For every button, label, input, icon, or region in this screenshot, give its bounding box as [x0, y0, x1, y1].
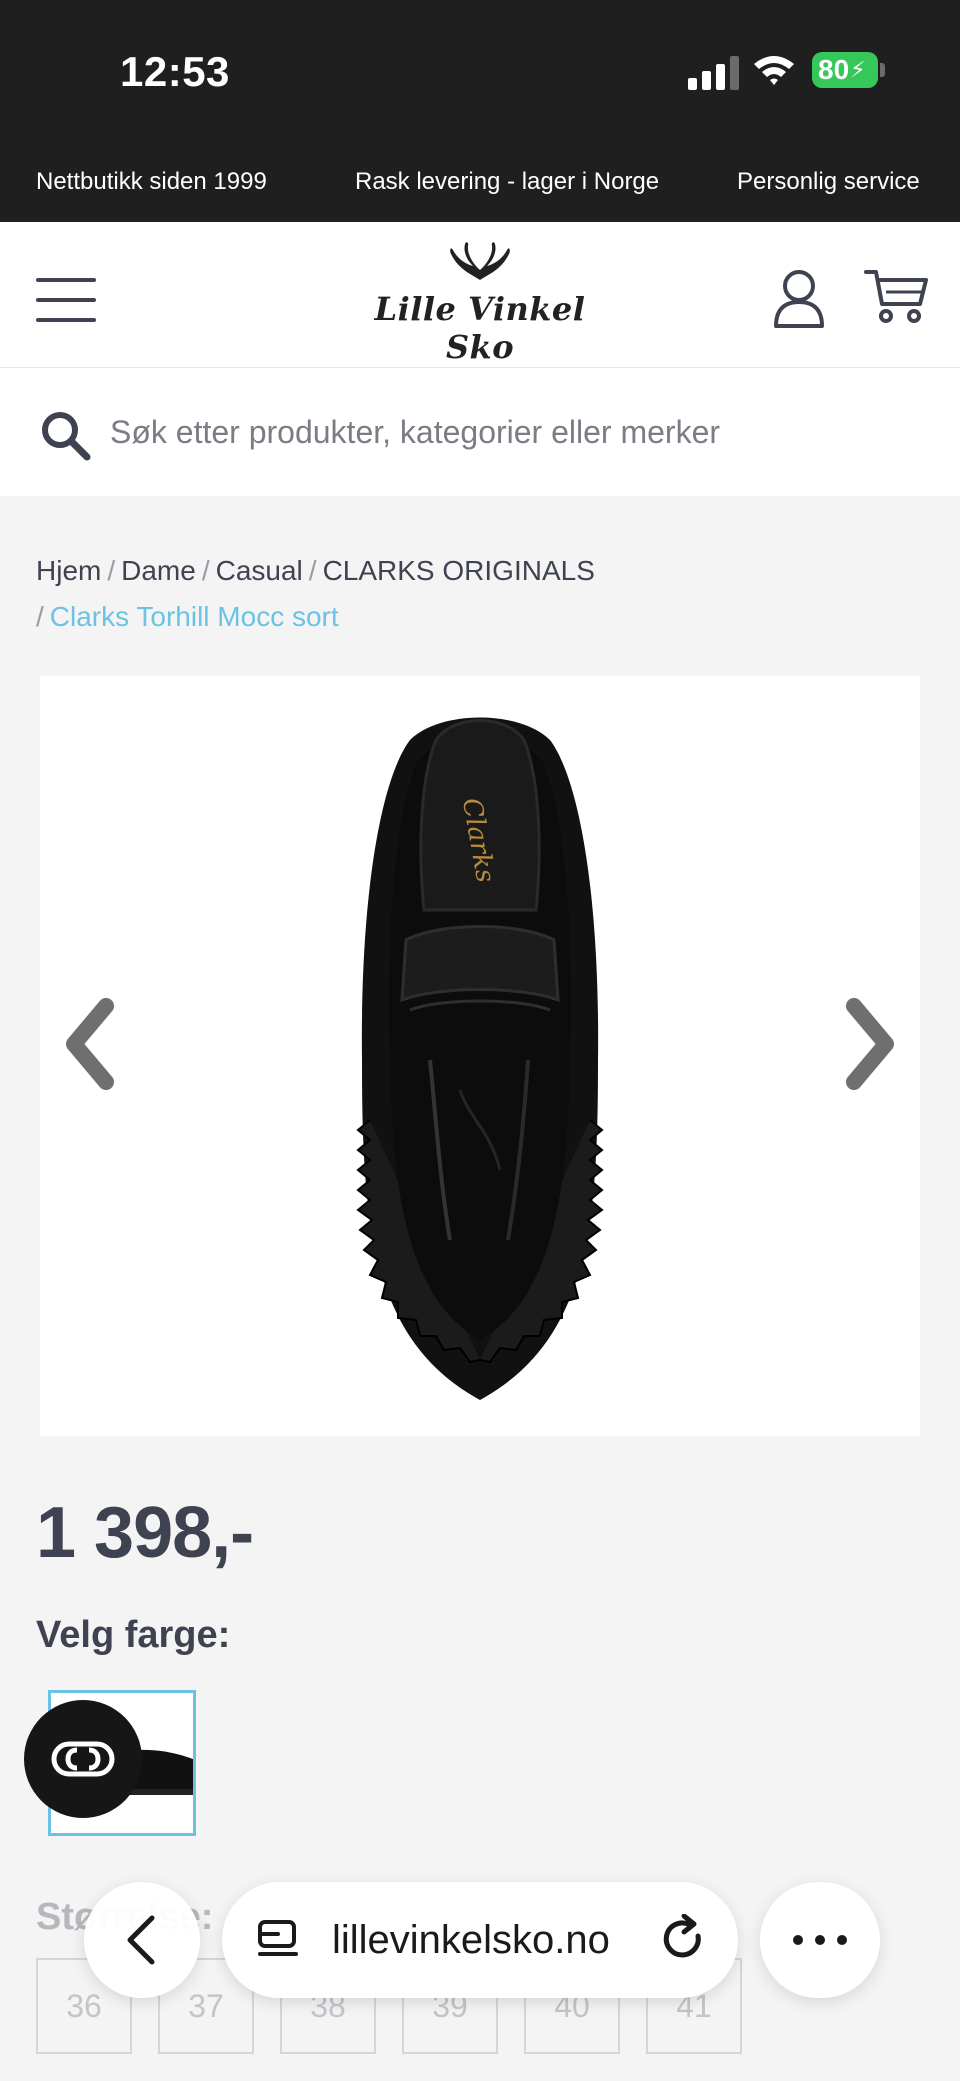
promo-item: Nettbutikk siden 1999 [36, 168, 267, 195]
signal-icon [688, 56, 739, 90]
promo-item: Personlig service [737, 168, 920, 195]
search-icon[interactable] [38, 408, 92, 462]
wifi-icon [754, 56, 794, 85]
address-bar[interactable]: lillevinkelsko.no [222, 1882, 738, 1998]
breadcrumb-brand[interactable]: CLARKS ORIGINALS [323, 555, 595, 586]
browser-back-button[interactable] [84, 1882, 200, 1998]
site-logo[interactable]: Lille Vinkel Sko [350, 240, 610, 366]
menu-icon[interactable] [36, 278, 96, 322]
reload-icon[interactable] [660, 1914, 708, 1964]
logo-text: Lille Vinkel Sko [374, 290, 586, 366]
more-button[interactable] [760, 1882, 880, 1998]
breadcrumb-casual[interactable]: Casual [216, 555, 303, 586]
tabs-icon[interactable] [256, 1918, 300, 1962]
cart-icon[interactable] [864, 266, 928, 326]
breadcrumb-current: Clarks Torhill Mocc sort [49, 601, 339, 632]
product-gallery: Clarks [40, 676, 920, 1436]
status-bar: 12:53 80 ⚡ [0, 0, 960, 140]
product-image: Clarks [356, 717, 604, 1400]
chat-button[interactable] [24, 1700, 142, 1818]
user-icon[interactable] [772, 268, 826, 328]
chevron-right-icon[interactable] [840, 996, 900, 1092]
battery-cap [880, 63, 885, 77]
page: 12:53 80 ⚡ Nettbutikk siden 1999 Rask le… [0, 0, 960, 2081]
battery-icon: 80 ⚡ [812, 52, 878, 88]
breadcrumb-home[interactable]: Hjem [36, 555, 101, 586]
breadcrumb-dame[interactable]: Dame [121, 555, 196, 586]
promo-bar: Nettbutikk siden 1999 Rask levering - la… [0, 140, 960, 222]
status-time: 12:53 [120, 48, 230, 95]
more-icon [793, 1935, 847, 1945]
battery-level: 80 [818, 54, 850, 85]
chat-icon [51, 1741, 115, 1777]
color-label: Velg farge: [36, 1614, 231, 1656]
site-header: Lille Vinkel Sko [0, 222, 960, 368]
antler-logo-icon [450, 242, 510, 280]
url-text: lillevinkelsko.no [332, 1918, 610, 1962]
breadcrumb: Hjem / Dame / Casual / CLARKS ORIGINALS / Clarks… [36, 555, 595, 632]
promo-item: Rask levering - lager i Norge [355, 168, 660, 195]
chevron-left-icon[interactable] [60, 996, 120, 1092]
product-price: 1 398,- [36, 1493, 254, 1573]
back-icon [127, 1915, 155, 1965]
search-bar [0, 368, 960, 496]
search-input[interactable] [110, 398, 930, 466]
